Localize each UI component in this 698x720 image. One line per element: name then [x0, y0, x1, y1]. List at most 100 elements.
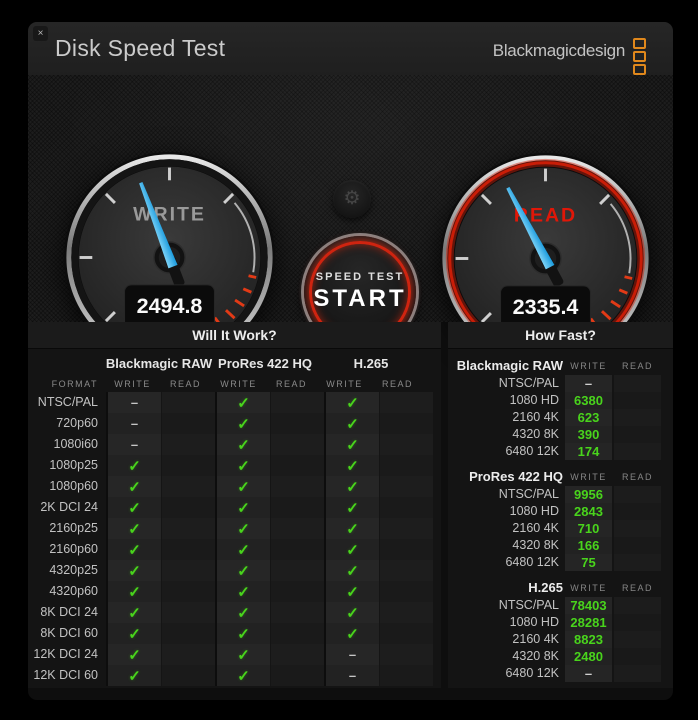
table-row: 720p60–✓✓ [28, 413, 441, 434]
table-row: 2160p60✓✓✓ [28, 539, 441, 560]
format-label: 1080p60 [28, 476, 106, 497]
read-value [614, 426, 661, 443]
write-column-header: WRITE [565, 472, 612, 482]
table-row: 1080p60✓✓✓ [28, 476, 441, 497]
read-column-header: READ [614, 361, 661, 371]
cell: ✓ [324, 434, 379, 455]
cell [379, 602, 433, 623]
start-button-title: START [313, 285, 406, 313]
cell [379, 392, 433, 413]
read-value [614, 554, 661, 571]
close-icon[interactable]: × [33, 26, 48, 41]
cell [270, 392, 324, 413]
cell: ✓ [106, 644, 161, 665]
cell: ✓ [324, 455, 379, 476]
read-value [614, 409, 661, 426]
read-value [614, 537, 661, 554]
cell [161, 392, 215, 413]
format-label: 6480 12K [448, 554, 563, 571]
cell [379, 644, 433, 665]
cell: ✓ [215, 539, 270, 560]
cell [379, 413, 433, 434]
cell [379, 434, 433, 455]
format-label: 2160 4K [448, 520, 563, 537]
disk-speed-test-window: × Disk Speed Test Blackmagicdesign [28, 22, 673, 700]
section-header: H.265 WRITE READ [448, 578, 673, 597]
format-label: 8K DCI 24 [28, 602, 106, 623]
cell [379, 476, 433, 497]
cell: – [324, 644, 379, 665]
brand-logo: Blackmagicdesign [493, 36, 646, 75]
format-label: NTSC/PAL [448, 375, 563, 392]
format-label: 2160p60 [28, 539, 106, 560]
table-row: 8K DCI 60✓✓✓ [28, 623, 441, 644]
write-value: 28281 [565, 614, 612, 631]
read-value [614, 665, 661, 682]
cell [379, 560, 433, 581]
cell [270, 434, 324, 455]
cell: ✓ [215, 644, 270, 665]
write-value: 166 [565, 537, 612, 554]
gear-icon[interactable]: ⚙ [333, 180, 371, 218]
write-value: 9956 [565, 486, 612, 503]
write-value: 623 [565, 409, 612, 426]
section-header: ProRes 422 HQ WRITE READ [448, 467, 673, 486]
table-row: 6480 12K– [448, 665, 673, 682]
cell: ✓ [324, 560, 379, 581]
table-row: 2K DCI 24✓✓✓ [28, 497, 441, 518]
read-column-header: READ [614, 472, 661, 482]
titlebar: × Disk Speed Test Blackmagicdesign [28, 22, 673, 76]
cell [161, 476, 215, 497]
format-label: 1080i60 [28, 434, 106, 455]
codec-name: Blackmagic RAW [448, 358, 563, 373]
format-label: NTSC/PAL [448, 486, 563, 503]
cell: ✓ [324, 476, 379, 497]
write-gauge-label: WRITE [133, 203, 206, 225]
table-row: 6480 12K174 [448, 443, 673, 460]
table-row: 1080 HD28281 [448, 614, 673, 631]
start-button-subtitle: SPEED TEST [316, 271, 404, 283]
format-label: 720p60 [28, 413, 106, 434]
codec-header-row: Blackmagic RAW ProRes 422 HQ H.265 [28, 349, 441, 376]
cell: ✓ [215, 497, 270, 518]
table-row: 1080i60–✓✓ [28, 434, 441, 455]
write-value: 8823 [565, 631, 612, 648]
cell [161, 518, 215, 539]
cell [270, 623, 324, 644]
table-row: 4320p25✓✓✓ [28, 560, 441, 581]
format-label: 12K DCI 60 [28, 665, 106, 686]
format-label: 6480 12K [448, 665, 563, 682]
read-column-header: READ [265, 379, 318, 389]
codec-blackmagic-raw: Blackmagic RAW [99, 356, 219, 371]
cell [270, 539, 324, 560]
read-value [614, 614, 661, 631]
cell: ✓ [324, 413, 379, 434]
cell [270, 497, 324, 518]
cell: ✓ [106, 476, 161, 497]
cell: ✓ [324, 392, 379, 413]
cell: ✓ [324, 581, 379, 602]
will-it-work-table: NTSC/PAL–✓✓ 720p60–✓✓ 1080i60–✓✓ 1080p25… [28, 392, 441, 686]
cell: ✓ [215, 560, 270, 581]
read-value [614, 486, 661, 503]
table-row: 2160 4K710 [448, 520, 673, 537]
table-row: 2160 4K623 [448, 409, 673, 426]
how-fast-table: Blackmagic RAW WRITE READ NTSC/PAL– 1080… [448, 349, 673, 682]
cell: ✓ [324, 539, 379, 560]
format-column-header: FORMAT [28, 379, 98, 389]
cell: ✓ [106, 665, 161, 686]
table-row: NTSC/PAL–✓✓ [28, 392, 441, 413]
format-label: 2160 4K [448, 409, 563, 426]
cell [379, 518, 433, 539]
how-fast-panel: How Fast? Blackmagic RAW WRITE READ NTSC… [448, 322, 673, 688]
cell [161, 560, 215, 581]
page-title: Disk Speed Test [55, 35, 225, 62]
cell [379, 539, 433, 560]
cell: ✓ [215, 518, 270, 539]
cell [270, 602, 324, 623]
cell [161, 434, 215, 455]
cell: ✓ [215, 392, 270, 413]
cell: ✓ [106, 560, 161, 581]
read-value [614, 631, 661, 648]
cell [379, 581, 433, 602]
